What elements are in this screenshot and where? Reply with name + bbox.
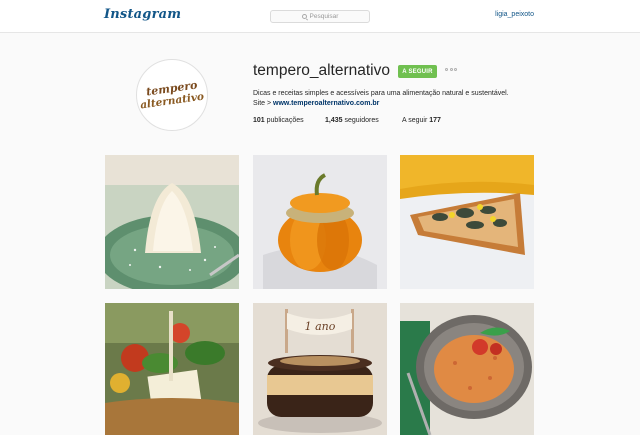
post-thumbnail-tomato-rice[interactable] bbox=[400, 303, 534, 435]
bio-site-prefix: Site > bbox=[253, 100, 274, 107]
post-thumbnail-coconut-cake[interactable] bbox=[105, 155, 239, 289]
instagram-logo[interactable]: Instagram bbox=[104, 7, 181, 22]
post-thumbnail-vegetable-basket[interactable] bbox=[105, 303, 239, 435]
post-image bbox=[400, 303, 534, 435]
profile-bio: Dicas e receitas simples e acessíveis pa… bbox=[253, 89, 543, 109]
post-image bbox=[105, 155, 239, 289]
search-icon bbox=[301, 14, 307, 19]
following-button[interactable]: A SEGUIR bbox=[398, 65, 437, 78]
current-user-link[interactable]: ligia_peixoto bbox=[495, 11, 534, 18]
post-thumbnail-bruschetta[interactable] bbox=[400, 155, 534, 289]
cake-banner-text: 1 ano bbox=[305, 320, 336, 333]
profile-avatar: tempero alternativo bbox=[136, 59, 208, 131]
top-navigation-bar: Instagram Pesquisar ligia_peixoto bbox=[0, 0, 640, 33]
search-input[interactable]: Pesquisar bbox=[270, 10, 370, 23]
posts-count: 101 publicações bbox=[253, 117, 304, 124]
post-image bbox=[105, 303, 239, 435]
post-thumbnail-anniversary-cake[interactable]: 1 ano bbox=[253, 303, 387, 435]
more-options-icon[interactable] bbox=[445, 68, 457, 71]
post-thumbnail-stuffed-pumpkin[interactable] bbox=[253, 155, 387, 289]
bio-text: Dicas e receitas simples e acessíveis pa… bbox=[253, 90, 509, 97]
post-image bbox=[253, 155, 387, 289]
post-image: 1 ano bbox=[253, 303, 387, 435]
bio-website-link[interactable]: www.temperoalternativo.com.br bbox=[273, 100, 379, 107]
post-image bbox=[400, 155, 534, 289]
profile-username: tempero_alternativo bbox=[253, 62, 390, 79]
followers-count[interactable]: 1,435 seguidores bbox=[325, 117, 379, 124]
search-placeholder: Pesquisar bbox=[309, 13, 339, 20]
following-count[interactable]: A seguir 177 bbox=[402, 117, 441, 124]
